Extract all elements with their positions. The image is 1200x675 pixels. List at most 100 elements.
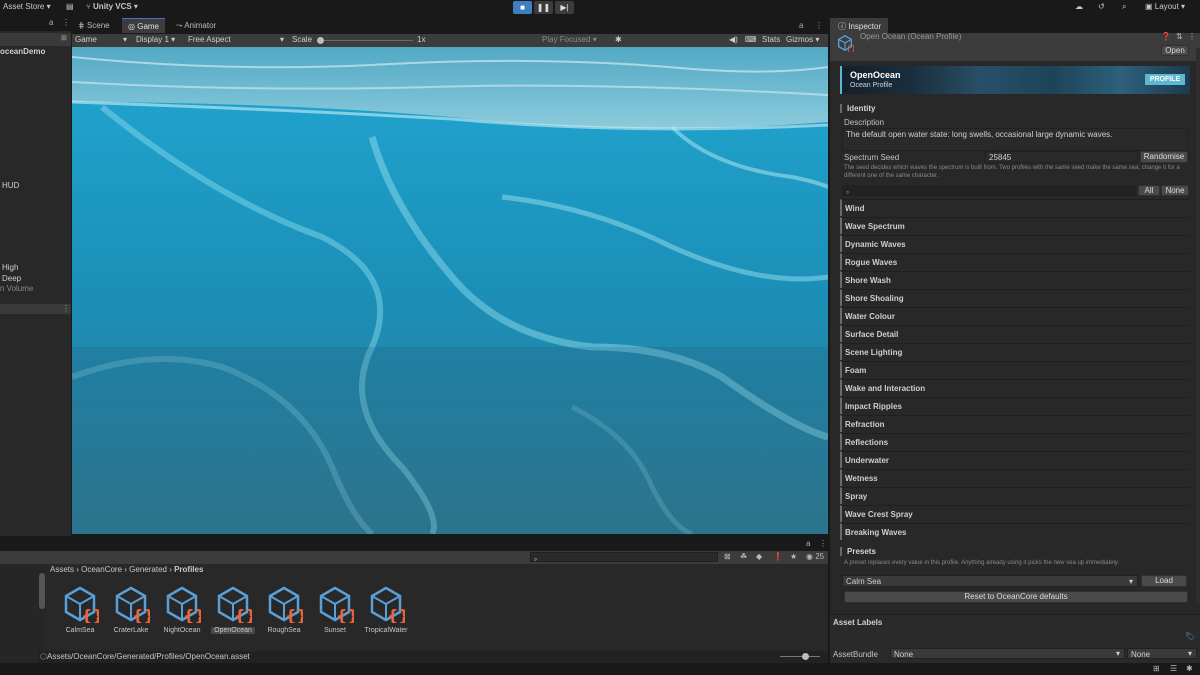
section-wave-crest-spray[interactable]: Wave Crest Spray	[840, 505, 1190, 522]
step-button[interactable]: ▶|	[555, 1, 574, 14]
scale-slider-handle[interactable]	[317, 37, 324, 44]
open-button[interactable]: Open	[1161, 45, 1189, 56]
section-shore-wash[interactable]: Shore Wash	[840, 271, 1190, 288]
asset-bundle-dropdown[interactable]: None ▾	[890, 648, 1125, 659]
aspect-dropdown[interactable]: Free Aspect ▾	[188, 35, 284, 44]
menu-icon[interactable]: ⋮	[62, 18, 70, 27]
section-spray[interactable]: Spray	[840, 487, 1190, 504]
package-icon[interactable]: ▤	[66, 2, 74, 11]
menu-icon[interactable]: ⋮	[815, 21, 823, 30]
tab-inspector[interactable]: ⓘ Inspector	[830, 18, 888, 33]
vcs-button[interactable]: ⑂ Unity VCS ▾	[86, 2, 138, 11]
tab-game[interactable]: ◎ Game	[122, 18, 166, 33]
menu-icon[interactable]: ⋮	[62, 304, 70, 313]
history-icon[interactable]: ↺	[1098, 2, 1105, 11]
randomise-button[interactable]: Randomise	[1140, 151, 1188, 163]
tab-scene[interactable]: ⋕ Scene	[72, 18, 116, 33]
section-wake-and-interaction[interactable]: Wake and Interaction	[840, 379, 1190, 396]
presets-icon[interactable]: ⇅	[1176, 32, 1183, 41]
all-button[interactable]: All	[1138, 185, 1160, 196]
asset-item[interactable]: {} CraterLake	[106, 585, 156, 634]
label-filter-icon[interactable]: ◆	[756, 552, 762, 561]
layout-button[interactable]: ▣ Layout ▾	[1145, 2, 1185, 11]
pause-button[interactable]: ❚❚	[534, 1, 553, 14]
hierarchy-search[interactable]: ⊞	[0, 33, 71, 46]
folder-tree-scrollbar[interactable]	[39, 573, 45, 609]
section-foam[interactable]: Foam	[840, 361, 1190, 378]
section-scene-lighting[interactable]: Scene Lighting	[840, 343, 1190, 360]
project-folder-tree[interactable]	[0, 564, 46, 663]
icon-size-slider-handle[interactable]	[802, 653, 809, 660]
cloud-icon[interactable]: ☁	[1075, 2, 1083, 11]
section-underwater[interactable]: Underwater	[840, 451, 1190, 468]
asset-item[interactable]: {} Sunset	[310, 585, 360, 634]
description-field[interactable]: The default open water state: long swell…	[842, 128, 1188, 151]
section-impact-ripples[interactable]: Impact Ripples	[840, 397, 1190, 414]
section-water-colour[interactable]: Water Colour	[840, 307, 1190, 324]
breadcrumb-item[interactable]: Generated	[129, 565, 167, 574]
seed-field[interactable]: 25845	[985, 151, 1138, 163]
section-breaking-waves[interactable]: Breaking Waves	[840, 523, 1190, 540]
cache-server-icon[interactable]: ☰	[1170, 664, 1177, 673]
search-icon[interactable]: ⌕	[1122, 2, 1126, 12]
filter-icon[interactable]: ⊞	[61, 34, 67, 42]
section-wetness[interactable]: Wetness	[840, 469, 1190, 486]
progress-icon[interactable]: ⊞	[1153, 664, 1160, 673]
hierarchy-scene-row[interactable]: oceanDemo	[0, 47, 45, 56]
section-wind[interactable]: Wind	[840, 199, 1190, 216]
section-wave-spectrum[interactable]: Wave Spectrum	[840, 217, 1190, 234]
warning-icon[interactable]: ❗	[773, 552, 783, 561]
hierarchy-item[interactable]: HUD	[2, 181, 19, 190]
game-viewport[interactable]	[72, 47, 828, 534]
tab-animator[interactable]: ⤳ Animator	[170, 18, 222, 33]
filter-icon[interactable]: ⊠	[724, 552, 731, 561]
asset-bundle-variant-dropdown[interactable]: None ▾	[1127, 648, 1197, 659]
section-refraction[interactable]: Refraction	[840, 415, 1190, 432]
asset-item-selected[interactable]: {} OpenOcean	[208, 585, 258, 634]
breadcrumb-item[interactable]: Assets	[50, 565, 74, 574]
keyboard-icon[interactable]: ⌨	[745, 35, 757, 44]
hierarchy-item[interactable]: Deep	[2, 274, 21, 283]
bug-icon[interactable]: ✱	[615, 35, 622, 44]
section-surface-detail[interactable]: Surface Detail	[840, 325, 1190, 342]
breadcrumb-current[interactable]: Profiles	[174, 565, 203, 574]
reset-defaults-button[interactable]: Reset to OceanCore defaults	[844, 591, 1188, 603]
lock-icon[interactable]: a	[806, 539, 810, 548]
gizmos-button[interactable]: Gizmos ▾	[786, 35, 819, 44]
mute-audio-icon[interactable]: ◀)	[729, 35, 738, 44]
hierarchy-item[interactable]: High	[2, 263, 18, 272]
play-button[interactable]: ■	[513, 1, 532, 14]
stats-button[interactable]: Stats	[762, 35, 780, 44]
asset-store-button[interactable]: Asset Store ▾	[3, 2, 51, 11]
hierarchy-item[interactable]: n Volume	[0, 284, 33, 293]
menu-icon[interactable]: ⋮	[819, 539, 827, 548]
asset-item[interactable]: {} CalmSea	[55, 585, 105, 634]
lock-icon[interactable]: a	[799, 21, 803, 30]
none-button[interactable]: None	[1161, 185, 1189, 196]
tag-icon[interactable]: 🏷	[1185, 632, 1195, 641]
preset-dropdown[interactable]: Calm Sea ▾	[842, 575, 1138, 587]
play-focused-dropdown[interactable]: Play Focused ▾	[542, 35, 597, 44]
section-search-input[interactable]: ⌕	[842, 185, 1136, 196]
favorite-icon[interactable]: ★	[790, 552, 797, 561]
inspector-scrollbar[interactable]	[1196, 48, 1200, 604]
lock-icon[interactable]: a	[49, 18, 53, 27]
icon-size-slider[interactable]	[780, 653, 820, 660]
visibility-count[interactable]: ◉ 25	[806, 552, 824, 561]
section-rogue-waves[interactable]: Rogue Waves	[840, 253, 1190, 270]
type-filter-icon[interactable]: ☘	[740, 552, 747, 561]
load-button[interactable]: Load	[1141, 575, 1187, 587]
menu-icon[interactable]: ⋮	[1188, 32, 1196, 41]
asset-item[interactable]: {} TropicalWater	[361, 585, 411, 634]
scale-slider[interactable]	[317, 37, 413, 44]
game-mode-dropdown[interactable]: Game ▾	[75, 35, 127, 44]
asset-item[interactable]: {} RoughSea	[259, 585, 309, 634]
display-dropdown[interactable]: Display 1 ▾	[136, 35, 175, 44]
section-dynamic-waves[interactable]: Dynamic Waves	[840, 235, 1190, 252]
section-shore-shoaling[interactable]: Shore Shoaling	[840, 289, 1190, 306]
project-search-input[interactable]: ⌕	[530, 552, 718, 562]
help-icon[interactable]: ❓	[1161, 32, 1171, 41]
breadcrumb-item[interactable]: OceanCore	[81, 565, 122, 574]
section-reflections[interactable]: Reflections	[840, 433, 1190, 450]
debug-mode-icon[interactable]: ✱	[1186, 664, 1193, 673]
